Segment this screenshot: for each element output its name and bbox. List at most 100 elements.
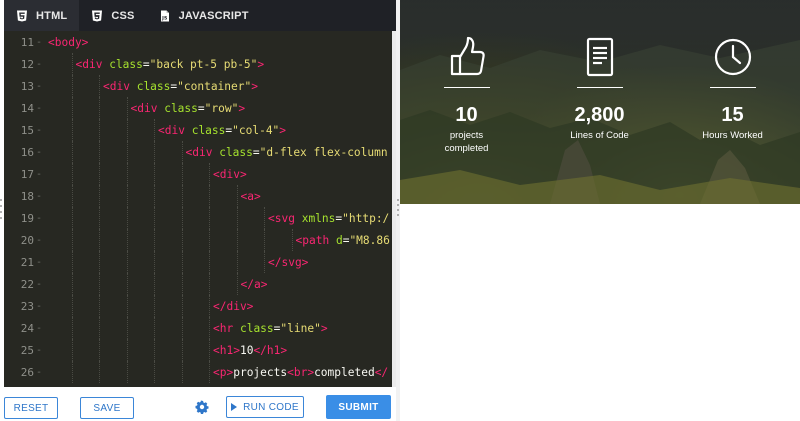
code-line[interactable]: 12- <div class="back pt-5 pb-5"> xyxy=(4,53,392,75)
indent-guide xyxy=(154,163,155,185)
indent-guide xyxy=(71,53,73,75)
fold-marker[interactable]: - xyxy=(34,345,44,356)
code-line[interactable]: 26- <p>projects<br>completed</ xyxy=(4,361,392,383)
line-number: 22 xyxy=(20,277,34,291)
indent-guide xyxy=(126,185,128,207)
line-number: 23 xyxy=(20,299,34,313)
code-text: <div class="col-4"> xyxy=(158,123,287,137)
indent-guide xyxy=(126,295,128,317)
stat-divider xyxy=(576,87,623,88)
code-line[interactable]: 25- <h1>10</h1> xyxy=(4,339,392,361)
stat-number: 10 xyxy=(455,104,478,126)
fold-marker[interactable]: - xyxy=(34,323,44,334)
tab-javascript[interactable]: JS JAVASCRIPT xyxy=(147,0,261,31)
line-number: 24 xyxy=(20,321,34,335)
code-line[interactable]: 21- </svg> xyxy=(4,251,392,273)
indent-guide xyxy=(154,361,155,383)
tab-html[interactable]: HTML xyxy=(4,0,80,31)
indent-guide xyxy=(236,273,238,295)
indent-guide xyxy=(71,229,73,251)
line-number: 13 xyxy=(20,79,34,93)
submit-button[interactable]: SUBMIT xyxy=(326,395,391,419)
code-line[interactable]: 23- </div> xyxy=(4,295,392,317)
stats-hero-section: 10 projects completed 2,800 Lines of Cod… xyxy=(400,0,800,204)
fold-marker[interactable]: - xyxy=(34,213,44,224)
grip-dot xyxy=(397,209,399,211)
reset-button[interactable]: RESET xyxy=(4,397,58,419)
code-line[interactable]: 16- <div class="d-flex flex-column xyxy=(4,141,392,163)
fold-marker[interactable]: - xyxy=(34,103,44,114)
fold-marker[interactable]: - xyxy=(34,367,44,378)
code-line[interactable]: 13- <div class="container"> xyxy=(4,75,392,97)
line-number: 21 xyxy=(20,255,34,269)
indent-guide xyxy=(126,251,128,273)
clock-icon xyxy=(713,36,753,78)
fold-marker[interactable]: - xyxy=(34,169,44,180)
indent-guide xyxy=(126,317,128,339)
stat-label-line1: Hours Worked xyxy=(702,130,763,141)
code-line[interactable]: 22- </a> xyxy=(4,273,392,295)
indent-guide xyxy=(154,229,155,251)
fold-marker[interactable]: - xyxy=(34,147,44,158)
indent-guide xyxy=(181,361,183,383)
tab-css[interactable]: CSS xyxy=(79,0,146,31)
fold-marker[interactable]: - xyxy=(34,257,44,268)
save-button[interactable]: SAVE xyxy=(80,397,134,419)
indent-guide xyxy=(99,339,100,361)
code-text: <div> xyxy=(213,167,247,181)
indent-guide xyxy=(209,251,210,273)
fold-marker[interactable]: - xyxy=(34,235,44,246)
line-number: 17 xyxy=(20,167,34,181)
preview-panel: 10 projects completed 2,800 Lines of Cod… xyxy=(400,0,800,421)
indent-guide xyxy=(154,295,155,317)
fold-marker[interactable]: - xyxy=(34,279,44,290)
code-line[interactable]: 19- <svg xmlns="http:/ xyxy=(4,207,392,229)
fold-marker[interactable]: - xyxy=(34,59,44,70)
indent-guide xyxy=(181,229,183,251)
code-text: <h1>10</h1> xyxy=(213,343,288,357)
fold-marker[interactable]: - xyxy=(34,191,44,202)
code-area[interactable]: 11- <body> 12- <div class="back pt-5 pb-5">… xyxy=(4,31,392,387)
code-line[interactable]: 20- <path d="M8.86 xyxy=(4,229,392,251)
indent-guide xyxy=(126,273,128,295)
indent-guide xyxy=(71,119,73,141)
indent-guide xyxy=(71,207,73,229)
indent-guide xyxy=(236,229,238,251)
indent-guide xyxy=(209,361,210,383)
line-number: 25 xyxy=(20,343,34,357)
code-editor-panel: HTML CSS JS JAVASCRIPT 11- <body> 12- <div … xyxy=(0,0,396,421)
indent-guide xyxy=(154,141,155,163)
code-line[interactable]: 18- <a> xyxy=(4,185,392,207)
indent-guide xyxy=(126,141,128,163)
fold-marker[interactable]: - xyxy=(34,125,44,136)
indent-guide xyxy=(99,273,100,295)
code-line[interactable]: 17- <div> xyxy=(4,163,392,185)
indent-guide xyxy=(181,207,183,229)
grip-dot xyxy=(397,204,399,206)
fold-marker[interactable]: - xyxy=(34,301,44,312)
indent-guide xyxy=(99,97,100,119)
run-code-button[interactable]: RUN CODE xyxy=(226,396,304,418)
indent-guide xyxy=(99,119,100,141)
indent-guide xyxy=(71,361,73,383)
fold-marker[interactable]: - xyxy=(34,81,44,92)
fold-marker[interactable]: - xyxy=(34,37,44,48)
stat-divider xyxy=(443,87,490,88)
gear-icon[interactable] xyxy=(195,400,209,414)
indent-guide xyxy=(99,163,100,185)
code-text: <div class="d-flex flex-column xyxy=(185,145,388,159)
code-line[interactable]: 15- <div class="col-4"> xyxy=(4,119,392,141)
code-text: <div class="container"> xyxy=(103,79,258,93)
code-line[interactable]: 14- <div class="row"> xyxy=(4,97,392,119)
stat-label-line1: projects xyxy=(449,130,484,141)
play-icon xyxy=(231,403,238,411)
indent-guide xyxy=(181,185,183,207)
code-line[interactable]: 11- <body> xyxy=(4,31,392,53)
indent-guide xyxy=(71,97,73,119)
indent-guide xyxy=(99,229,100,251)
indent-guide xyxy=(126,97,128,119)
indent-guide xyxy=(126,229,128,251)
code-line[interactable]: 24- <hr class="line"> xyxy=(4,317,392,339)
indent-guide xyxy=(126,163,128,185)
css3-icon xyxy=(91,10,103,22)
